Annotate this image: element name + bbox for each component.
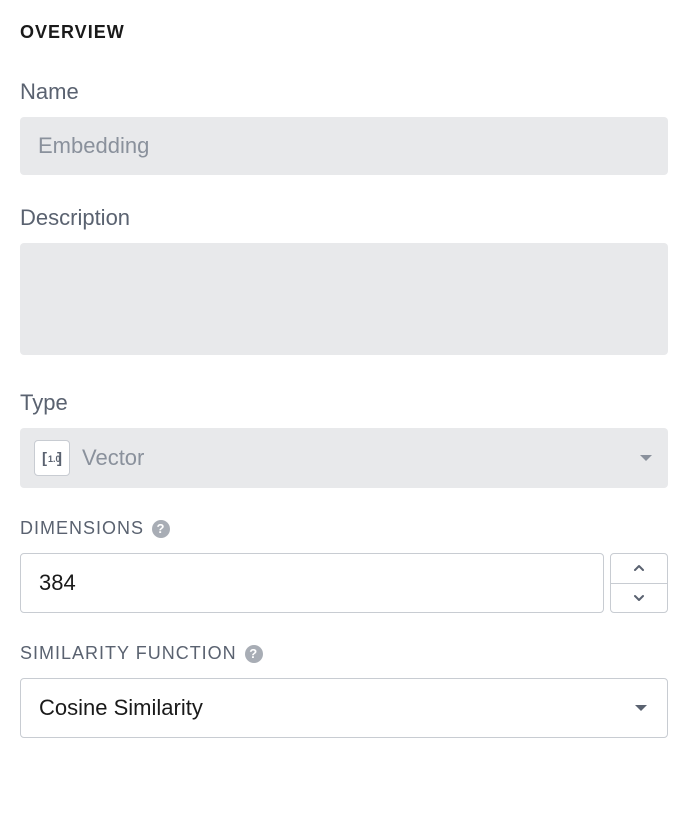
similarity-label-text: SIMILARITY FUNCTION: [20, 643, 237, 664]
caret-down-icon: [633, 700, 649, 716]
similarity-value: Cosine Similarity: [39, 695, 203, 721]
similarity-label: SIMILARITY FUNCTION ?: [20, 643, 668, 664]
type-label: Type: [20, 390, 668, 416]
description-input[interactable]: [20, 243, 668, 355]
name-label: Name: [20, 79, 668, 105]
type-select[interactable]: [ 1.0 ] Vector: [20, 428, 668, 488]
step-down-button[interactable]: [610, 583, 668, 614]
help-icon[interactable]: ?: [152, 520, 170, 538]
dimensions-label: DIMENSIONS ?: [20, 518, 668, 539]
dimensions-field-group: DIMENSIONS ?: [20, 518, 668, 613]
type-field-group: Type [ 1.0 ] Vector: [20, 390, 668, 488]
dimensions-input[interactable]: [20, 553, 604, 613]
name-input[interactable]: [20, 117, 668, 175]
step-up-button[interactable]: [610, 553, 668, 584]
type-value: Vector: [82, 445, 626, 471]
similarity-select[interactable]: Cosine Similarity: [20, 678, 668, 738]
help-icon[interactable]: ?: [245, 645, 263, 663]
dimensions-input-row: [20, 553, 668, 613]
description-label: Description: [20, 205, 668, 231]
caret-down-icon: [638, 450, 654, 466]
name-field-group: Name: [20, 79, 668, 175]
svg-text:[: [: [42, 450, 47, 467]
svg-text:]: ]: [57, 450, 62, 467]
vector-type-icon: [ 1.0 ]: [34, 440, 70, 476]
description-field-group: Description: [20, 205, 668, 360]
dimensions-label-text: DIMENSIONS: [20, 518, 144, 539]
section-heading: OVERVIEW: [20, 22, 668, 43]
dimensions-stepper: [610, 553, 668, 613]
similarity-field-group: SIMILARITY FUNCTION ? Cosine Similarity: [20, 643, 668, 738]
